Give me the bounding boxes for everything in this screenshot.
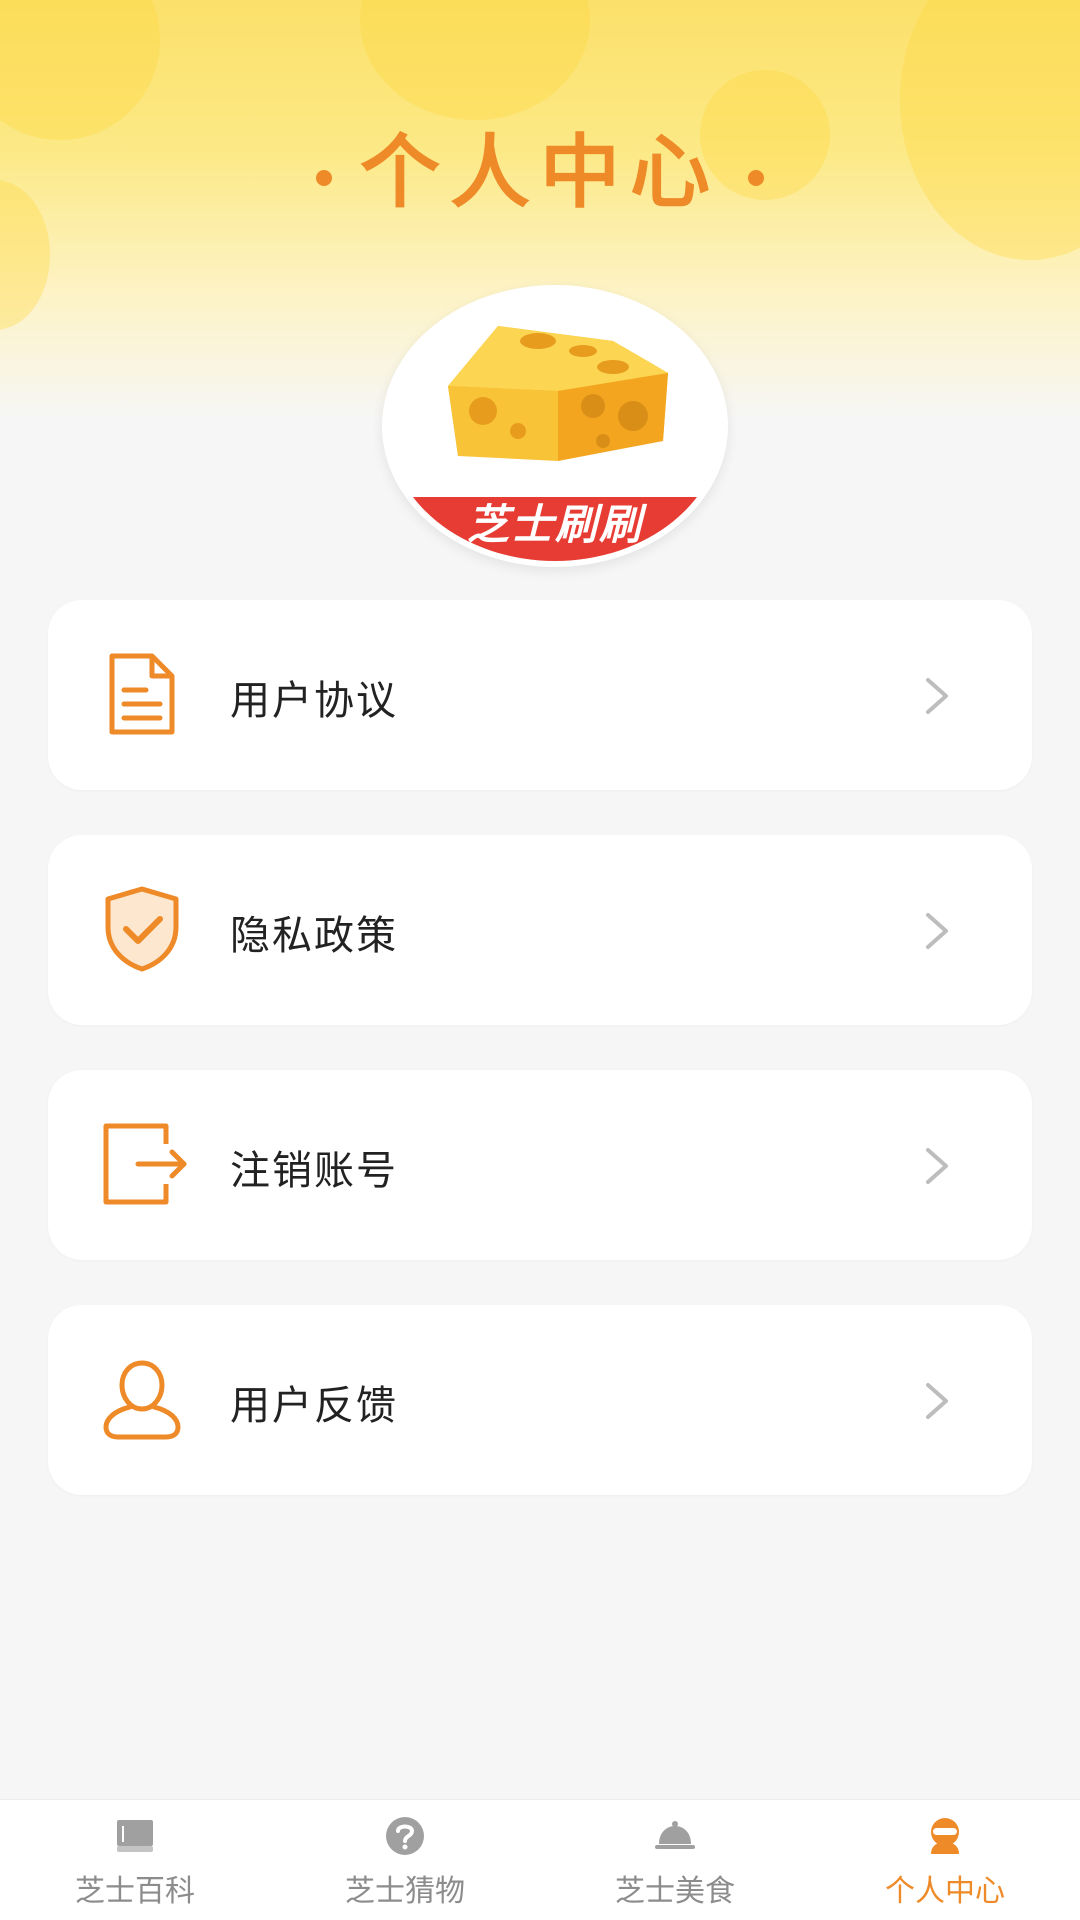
menu-item-delete-account[interactable]: 注销账号 (48, 1070, 1032, 1260)
chevron-right-icon (926, 678, 948, 714)
tab-cheese-food[interactable]: 芝士美食 (540, 1800, 810, 1920)
avatar[interactable]: 芝士刷刷 (382, 285, 728, 567)
menu-item-label: 隐私政策 (230, 913, 398, 959)
title-dot-left (316, 170, 332, 187)
tab-label: 个人中心 (885, 1874, 1005, 1909)
avatar-banner: 芝士刷刷 (388, 497, 722, 561)
chevron-right-icon (926, 913, 948, 949)
menu-item-label: 用户反馈 (230, 1383, 398, 1429)
food-cloche-icon (655, 1821, 695, 1849)
document-icon (109, 653, 175, 735)
tab-cheese-encyclopedia[interactable]: 芝士百科 (0, 1800, 270, 1920)
page-title: 个人中心 (0, 108, 1080, 224)
tab-label: 芝士美食 (615, 1874, 735, 1909)
tab-label: 芝士百科 (75, 1874, 195, 1909)
menu-item-label: 注销账号 (230, 1148, 398, 1194)
menu-item-feedback[interactable]: 用户反馈 (48, 1305, 1032, 1495)
menu-item-user-agreement[interactable]: 用户协议 (48, 600, 1032, 790)
menu-item-privacy-policy[interactable]: 隐私政策 (48, 835, 1032, 1025)
logout-icon (103, 1123, 187, 1205)
profile-icon (931, 1818, 959, 1854)
tab-profile[interactable]: 个人中心 (810, 1800, 1080, 1920)
book-icon (117, 1820, 153, 1852)
shield-check-icon (105, 886, 179, 972)
chevron-right-icon (926, 1148, 948, 1184)
menu-item-label: 用户协议 (230, 678, 398, 724)
chevron-right-icon (926, 1383, 948, 1419)
question-icon (386, 1817, 424, 1855)
tab-cheese-guess[interactable]: 芝士猜物 (270, 1800, 540, 1920)
title-dot-right (748, 170, 764, 187)
bottom-tab-bar: 芝士百科 芝士猜物 芝士美食 个人中心 (0, 1799, 1080, 1920)
page-title-text: 个人中心 (360, 126, 720, 219)
profile-screen: 个人中心 芝士刷刷 用户协议 隐私政策 注销账号 用户反馈 芝士百科 芝士猜物 … (0, 0, 1080, 1920)
user-icon (103, 1360, 181, 1440)
tab-label: 芝士猜物 (345, 1874, 465, 1909)
